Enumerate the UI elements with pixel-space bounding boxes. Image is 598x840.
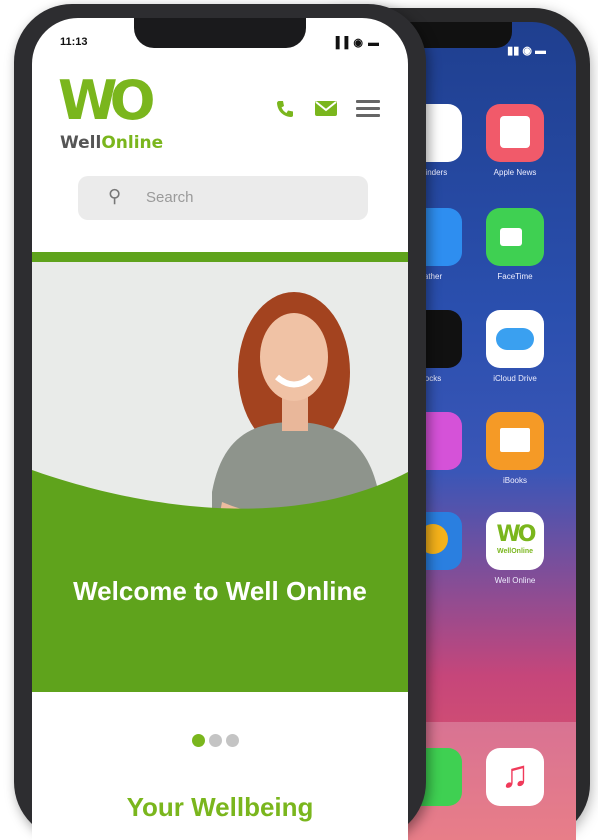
phone-icon[interactable] <box>274 98 296 124</box>
facetime-app-icon[interactable] <box>486 208 544 266</box>
app-label: iBooks <box>502 476 527 485</box>
icloud-icon <box>496 328 534 350</box>
hero-photo <box>32 262 408 692</box>
section-title: Your Wellbeing <box>126 792 314 822</box>
hamburger-menu-icon[interactable] <box>356 96 380 121</box>
books-app-icon[interactable] <box>486 412 544 470</box>
app-label: Apple News <box>493 168 537 177</box>
front-phone: 11:13 ▐▐ ◉ ▬ WO WellOnline ⚲ Search Welc… <box>14 4 426 840</box>
wellonline-app-sub: WellOnline <box>496 548 534 555</box>
icloud-app-icon[interactable] <box>486 310 544 368</box>
carousel-dot-3[interactable] <box>226 734 239 747</box>
logo-text-online: Online <box>101 133 164 153</box>
notch <box>134 18 306 48</box>
wellonline-app-screen: 11:13 ▐▐ ◉ ▬ WO WellOnline ⚲ Search Welc… <box>32 18 408 840</box>
carousel-dot-1[interactable] <box>192 734 205 747</box>
music-note-icon: ♫ <box>500 754 530 796</box>
facetime-icon <box>500 228 522 246</box>
hero-title: Welcome to Well Online <box>73 576 367 606</box>
wellonline-app-icon[interactable]: WO WellOnline <box>486 512 544 570</box>
status-time: 11:13 <box>60 36 88 48</box>
back-status-icons: ▮▮ ◉ ▬ <box>507 45 546 57</box>
books-icon <box>500 428 530 452</box>
search-bar[interactable]: ⚲ Search <box>78 176 368 220</box>
app-label: iCloud Drive <box>493 374 537 383</box>
news-icon <box>500 116 530 148</box>
wellonline-app-mark: WO <box>496 522 537 547</box>
mail-icon[interactable] <box>314 98 338 122</box>
logo-text: WellOnline <box>60 133 163 153</box>
search-placeholder: Search <box>146 189 194 206</box>
app-label: Well Online <box>494 576 536 585</box>
carousel-dots <box>192 734 243 752</box>
logo-text-well: Well <box>60 133 102 153</box>
logo-mark: WO <box>58 69 156 132</box>
app-label: FaceTime <box>497 272 533 281</box>
search-icon: ⚲ <box>108 186 122 206</box>
music-app-icon[interactable]: ♫ <box>486 748 544 806</box>
news-app-icon[interactable] <box>486 104 544 162</box>
carousel-dot-2[interactable] <box>209 734 222 747</box>
hero-top-strip <box>32 252 408 262</box>
hero-banner: Welcome to Well Online <box>32 262 408 692</box>
status-icons: ▐▐ ◉ ▬ <box>331 37 380 49</box>
